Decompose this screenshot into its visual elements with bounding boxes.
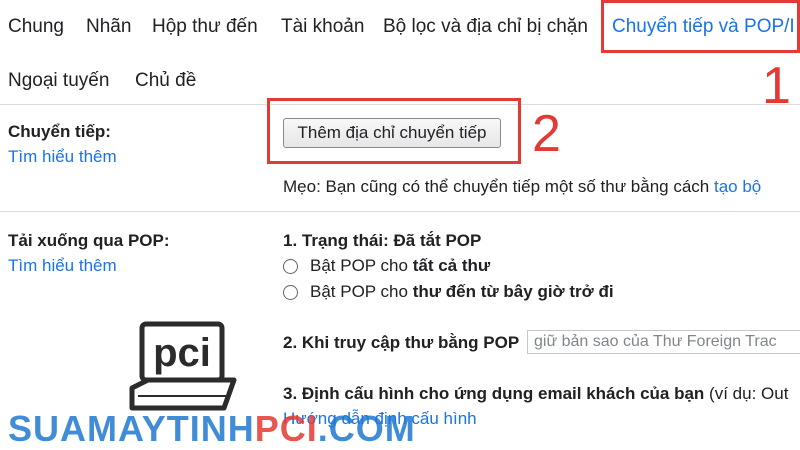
watermark-part-2: PCI xyxy=(254,408,318,449)
settings-tabs-row-2: Ngoại tuyến Chủ đề xyxy=(0,56,800,104)
pop-from-now-option: Bật POP cho thư đến từ bây giờ trở đi xyxy=(310,282,614,302)
forwarding-learn-more-link[interactable]: Tìm hiểu thêm xyxy=(8,147,117,167)
pop-from-now-radio[interactable] xyxy=(283,285,298,300)
annotation-box-1 xyxy=(601,0,800,53)
tab-themes[interactable]: Chủ đề xyxy=(135,70,196,92)
tab-inbox[interactable]: Hộp thư đến xyxy=(152,16,258,38)
watermark-part-3: .COM xyxy=(317,408,416,449)
pop-configure-suffix: (ví dụ: Out xyxy=(709,384,789,403)
create-filter-link[interactable]: tạo bộ xyxy=(714,177,761,196)
tab-filters-blocked[interactable]: Bộ lọc và địa chỉ bị chặn xyxy=(383,16,588,38)
site-watermark-text: SUAMAYTINHPCI.COM xyxy=(8,408,416,450)
section-divider xyxy=(0,211,800,212)
tab-offline[interactable]: Ngoại tuyến xyxy=(8,70,109,92)
forwarding-tip-text: Mẹo: Bạn cũng có thể chuyển tiếp một số … xyxy=(283,177,710,196)
pop-all-mail-radio[interactable] xyxy=(283,259,298,274)
forwarding-label: Chuyển tiếp: xyxy=(8,122,111,141)
pop-configure-label: 3. Định cấu hình cho ứng dụng email khác… xyxy=(283,384,705,403)
add-forwarding-address-button[interactable]: Thêm địa chỉ chuyển tiếp xyxy=(283,118,501,148)
pop-access-label: 2. Khi truy cập thư bằng POP xyxy=(283,333,520,352)
pop-all-mail-prefix: Bật POP cho xyxy=(310,256,408,275)
tab-general[interactable]: Chung xyxy=(8,16,64,38)
tab-accounts[interactable]: Tài khoản xyxy=(281,16,364,38)
pci-logo-watermark: pci xyxy=(128,320,238,415)
pop-download-label: Tải xuống qua POP: xyxy=(8,231,170,250)
svg-text:pci: pci xyxy=(153,331,211,375)
laptop-logo-icon: pci xyxy=(129,321,237,411)
pop-from-now-prefix: Bật POP cho xyxy=(310,282,408,301)
pop-from-now-bold: thư đến từ bây giờ trở đi xyxy=(412,282,614,301)
pop-all-mail-option: Bật POP cho tất cả thư xyxy=(310,256,490,276)
pop-configure-row: 3. Định cấu hình cho ứng dụng email khác… xyxy=(283,384,788,404)
pop-all-mail-bold: tất cả thư xyxy=(412,256,491,275)
tab-labels[interactable]: Nhãn xyxy=(86,16,131,38)
forwarding-tip: Mẹo: Bạn cũng có thể chuyển tiếp một số … xyxy=(283,177,761,197)
pop-access-select[interactable]: giữ bản sao của Thư Foreign Trac xyxy=(527,330,800,354)
annotation-number-2: 2 xyxy=(532,105,561,163)
pop-learn-more-link[interactable]: Tìm hiểu thêm xyxy=(8,256,117,276)
watermark-part-1: SUAMAYTINH xyxy=(8,408,255,449)
pop-status: 1. Trạng thái: Đã tắt POP xyxy=(283,231,482,250)
